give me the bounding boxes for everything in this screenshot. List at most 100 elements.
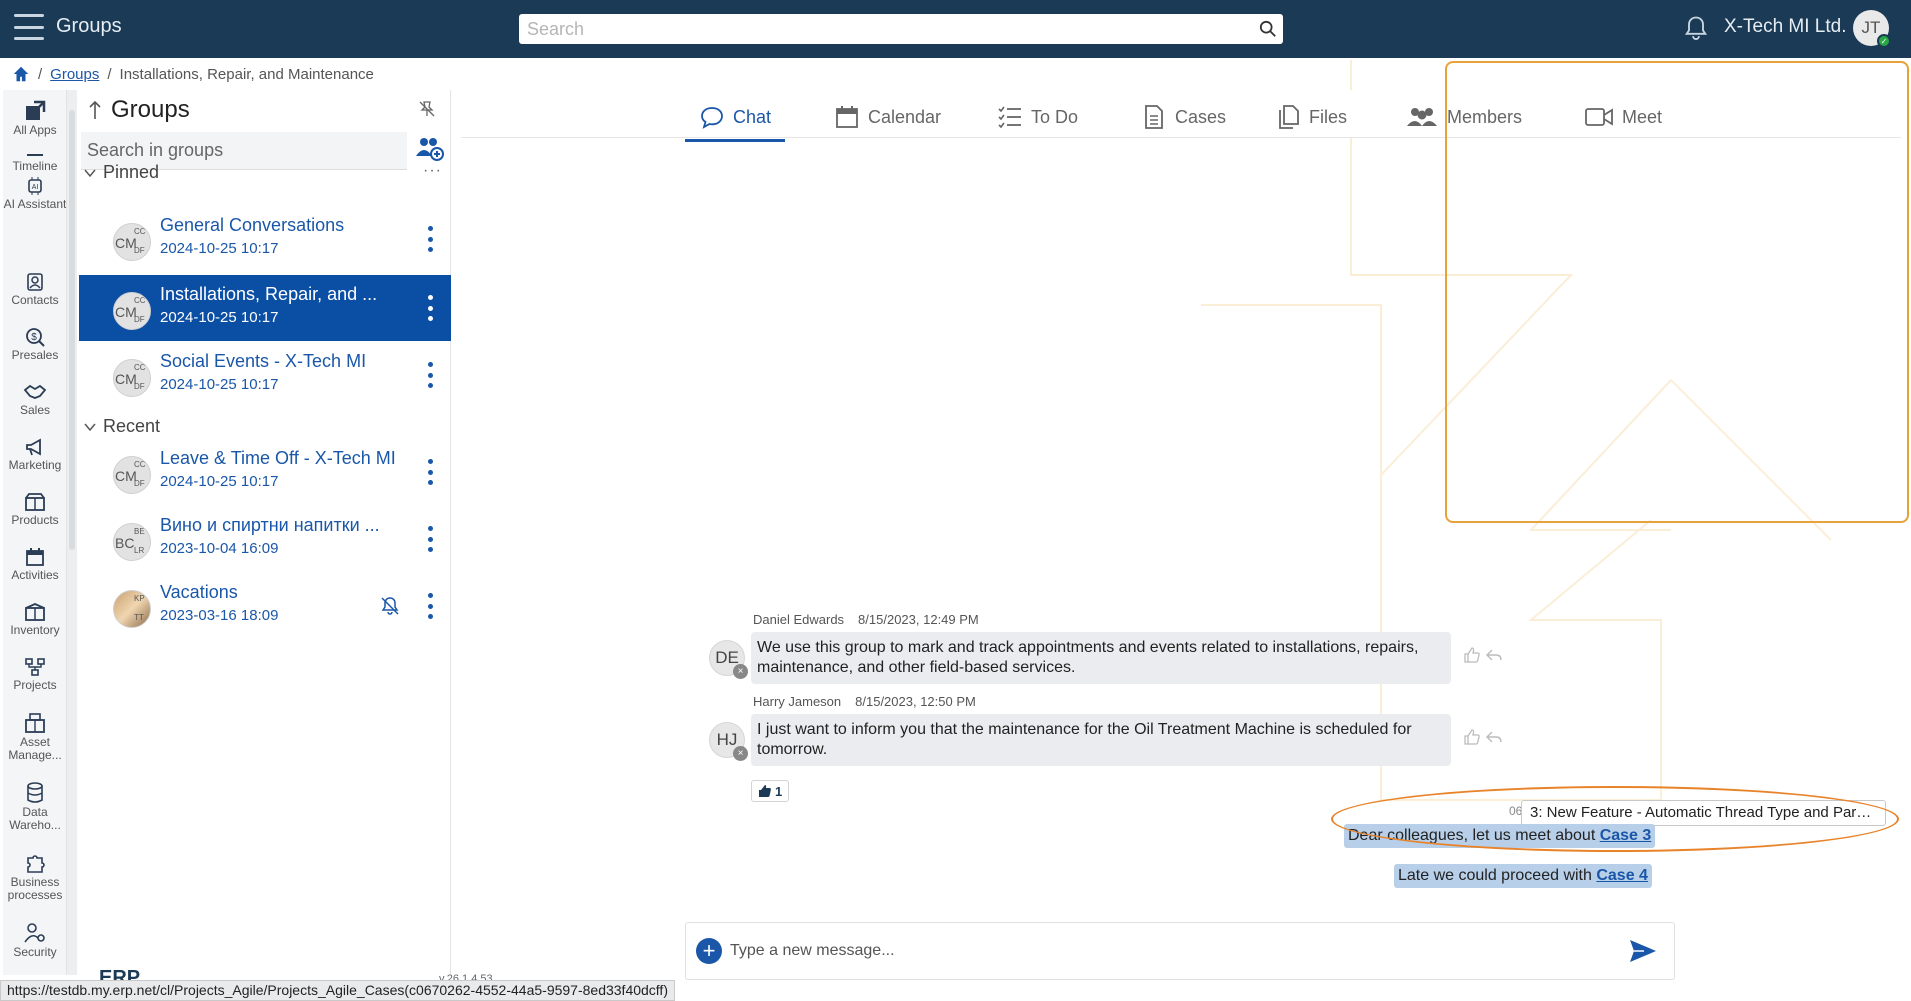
recent-section-header[interactable]: Recent (83, 416, 160, 437)
muted-bell-icon[interactable] (379, 595, 401, 617)
svg-text:$: $ (31, 332, 37, 343)
groups-panel: Groups Pinned ··· CMCCDF General Convers… (79, 90, 493, 989)
home-icon[interactable] (12, 65, 30, 83)
nav-item-inventory[interactable]: Inventory (3, 602, 66, 637)
left-nav-scrollbar[interactable] (67, 90, 77, 975)
nav-item-projects[interactable]: Projects (3, 657, 66, 692)
tab-label: Meet (1622, 106, 1663, 127)
nav-item-timeline[interactable]: Timeline (3, 152, 66, 173)
group-avatar: KP TT (113, 590, 151, 628)
tab-meet[interactable]: Meet (1584, 98, 1662, 136)
ai-assistant-icon: AI (28, 177, 42, 195)
tab-todo[interactable]: To Do (997, 98, 1078, 136)
user-avatar[interactable]: JT ✓ (1853, 10, 1891, 48)
hamburger-icon[interactable] (14, 14, 44, 40)
more-options-icon[interactable]: ··· (423, 162, 442, 180)
tab-chat[interactable]: Chat (684, 98, 786, 142)
nav-item-data-warehouse[interactable]: Data Wareho... (3, 782, 66, 832)
nav-item-products[interactable]: Products (3, 492, 66, 527)
kebab-menu-icon[interactable] (424, 226, 436, 252)
case-3-link[interactable]: Case 3 (1600, 827, 1652, 844)
reply-icon[interactable] (1485, 646, 1503, 664)
chevron-down-icon (84, 169, 96, 177)
search-icon[interactable] (1259, 20, 1277, 38)
group-date: 2024-10-25 10:17 (160, 376, 279, 393)
group-avatar: CM CC DF (113, 223, 151, 261)
nav-item-marketing[interactable]: Marketing (3, 437, 66, 472)
add-group-icon[interactable] (413, 132, 445, 164)
app-title: Groups (56, 15, 122, 37)
kebab-menu-icon[interactable] (424, 362, 436, 388)
group-item-selected[interactable]: CM CC DF Installations, Repair, and ... 20… (79, 275, 451, 341)
groups-search-input[interactable] (87, 140, 407, 161)
background-logo-watermark (1201, 60, 1832, 801)
nav-label: All Apps (13, 123, 57, 137)
todo-icon (998, 106, 1021, 129)
message-meta: Daniel Edwards 8/15/2023, 12:49 PM (753, 612, 979, 627)
kebab-menu-icon[interactable] (424, 593, 436, 619)
group-item[interactable]: CM CC DF Leave & Time Off - X-Tech MI 2024… (79, 439, 451, 505)
send-icon[interactable] (1628, 937, 1658, 965)
nav-item-security[interactable]: Security (3, 922, 66, 959)
message-input[interactable] (730, 933, 1610, 969)
breadcrumb-link-groups[interactable]: Groups (50, 66, 99, 83)
tab-cases[interactable]: Cases (1141, 98, 1226, 136)
tab-calendar[interactable]: Calendar (834, 98, 941, 136)
sales-icon (23, 384, 47, 399)
nav-item-business-processes[interactable]: Business processes (3, 852, 66, 902)
group-date: 2024-10-25 10:17 (160, 240, 279, 257)
left-navigation: All Apps Timeline AI AI Assistant Contac… (3, 90, 67, 975)
group-item[interactable]: CM CC DF Social Events - X-Tech MI 2024-10… (79, 342, 451, 408)
unpin-icon[interactable] (418, 100, 436, 118)
global-search[interactable] (519, 14, 1283, 44)
pinned-section-header[interactable]: Pinned (83, 162, 159, 183)
breadcrumb-separator: / (107, 65, 112, 83)
recent-label: Recent (103, 416, 161, 436)
breadcrumb-current: Installations, Repair, and Maintenance (119, 65, 374, 83)
message-bubble: We use this group to mark and track appo… (751, 632, 1451, 684)
group-name: Leave & Time Off - X-Tech MI (160, 448, 396, 468)
group-name: Vacations (160, 582, 238, 602)
nav-item-asset-management[interactable]: Asset Manage... (3, 712, 66, 762)
contacts-icon (27, 273, 43, 291)
author-avatar[interactable]: DE × (709, 640, 748, 679)
user-initials: JT (1861, 18, 1881, 37)
group-avatar: BC BE LR (113, 523, 151, 561)
author-avatar[interactable]: HJ × (709, 722, 748, 761)
add-attachment-button[interactable]: + (696, 938, 722, 964)
tab-members[interactable]: Members (1405, 98, 1522, 136)
message-bubble: I just want to inform you that the maint… (751, 714, 1451, 766)
nav-item-ai-assistant[interactable]: AI AI Assistant (3, 176, 66, 211)
tab-files[interactable]: Files (1275, 98, 1347, 136)
reply-icon[interactable] (1485, 728, 1503, 746)
nav-label: Sales (19, 403, 51, 417)
nav-item-all-apps[interactable]: All Apps (3, 100, 66, 137)
nav-label: Security (13, 945, 57, 959)
reaction-count: 1 (775, 783, 783, 799)
like-reaction[interactable]: 1 (751, 780, 790, 802)
products-icon (25, 493, 45, 511)
nav-item-sales[interactable]: Sales (3, 382, 66, 417)
nav-label: Contacts (11, 293, 59, 307)
global-search-input[interactable] (519, 14, 1283, 44)
online-status-icon: ✓ (1877, 34, 1891, 48)
company-name[interactable]: X-Tech MI Ltd. (1724, 16, 1847, 38)
message-composer: + (685, 922, 1675, 980)
kebab-menu-icon[interactable] (424, 526, 436, 552)
tab-label: Cases (1175, 106, 1227, 127)
case-4-link[interactable]: Case 4 (1596, 867, 1648, 884)
nav-item-contacts[interactable]: Contacts (3, 272, 66, 307)
group-item[interactable]: BC BE LR Вино и спиртни напитки ... 2023-1… (79, 506, 451, 572)
arrow-up-icon[interactable] (87, 99, 103, 121)
group-tabs: Chat Calendar To Do Cases Files Members … (461, 90, 1901, 142)
bell-icon[interactable] (1682, 14, 1710, 42)
like-icon[interactable] (1463, 728, 1481, 746)
group-item[interactable]: CM CC DF General Conversations 2024-10-25 … (79, 206, 451, 272)
like-icon[interactable] (1463, 646, 1481, 664)
kebab-menu-icon[interactable] (424, 459, 436, 485)
group-item[interactable]: KP TT Vacations 2023-03-16 18:09 (79, 573, 451, 639)
group-date: 2024-10-25 10:17 (160, 473, 279, 490)
kebab-menu-icon[interactable] (424, 295, 436, 321)
nav-item-presales[interactable]: $ Presales (3, 327, 66, 362)
nav-item-activities[interactable]: Activities (3, 547, 66, 582)
